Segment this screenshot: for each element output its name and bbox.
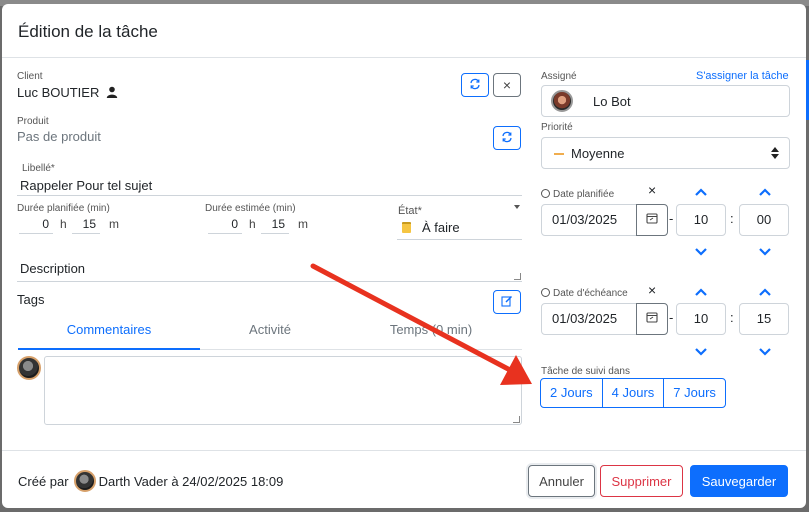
task-edit-modal: Édition de la tâche Client Luc BOUTIER ×…: [2, 4, 806, 508]
etat-label: État*: [398, 205, 422, 217]
suivi-2-jours-button[interactable]: 2 Jours: [540, 378, 603, 408]
clear-client-button[interactable]: ×: [493, 73, 521, 97]
date-echeance-minute[interactable]: 15: [739, 303, 789, 335]
date-planifiee-input[interactable]: 01/03/2025: [541, 204, 637, 236]
modal-header: Édition de la tâche: [2, 4, 806, 58]
current-user-avatar: [17, 356, 41, 380]
duree-estimee-minutes[interactable]: 15: [261, 216, 289, 234]
produit-label: Produit: [17, 116, 49, 127]
tags-label: Tags: [17, 292, 45, 307]
priority-dash-icon: [554, 153, 564, 155]
duree-planifiee-label: Durée planifiée (min): [17, 203, 110, 214]
time-separator: :: [730, 310, 734, 325]
date-echeance-input[interactable]: 01/03/2025: [541, 303, 637, 335]
assigne-label: Assigné: [541, 71, 577, 82]
clock-icon: [541, 288, 550, 297]
assignee-avatar: [551, 90, 573, 112]
comment-textarea[interactable]: [44, 356, 522, 425]
refresh-icon: [501, 131, 513, 146]
priorite-label: Priorité: [541, 122, 573, 133]
tab-activite[interactable]: Activité: [200, 318, 340, 350]
chevron-down-icon[interactable]: [758, 344, 772, 356]
etat-value: À faire: [422, 220, 460, 235]
edit-tags-button[interactable]: [493, 290, 521, 314]
libelle-label: Libellé*: [22, 163, 55, 174]
created-info: Créé par Darth Vader à 24/02/2025 18:09: [18, 470, 283, 492]
hours-unit: h: [60, 217, 67, 231]
resize-handle-icon: [514, 273, 521, 280]
chevron-down-icon[interactable]: [758, 244, 772, 256]
description-label: Description: [20, 261, 86, 276]
creator-avatar: [73, 470, 96, 492]
chevron-up-icon[interactable]: [694, 184, 708, 196]
assigne-value: Lo Bot: [593, 94, 631, 109]
chevron-up-icon[interactable]: [758, 284, 772, 296]
minutes-unit: m: [109, 217, 119, 231]
libelle-field[interactable]: Libellé* Rappeler Pour tel sujet: [17, 160, 522, 196]
hours-unit: h: [249, 217, 256, 231]
client-value[interactable]: Luc BOUTIER: [17, 85, 118, 101]
clear-date-echeance-button[interactable]: ×: [648, 282, 656, 298]
duree-estimee-hours[interactable]: 0: [208, 216, 242, 234]
refresh-produit-button[interactable]: [493, 126, 521, 150]
tab-commentaires[interactable]: Commentaires: [18, 318, 200, 350]
date-planifiee-hour[interactable]: 10: [676, 204, 726, 236]
self-assign-link[interactable]: S'assigner la tâche: [696, 70, 789, 82]
chevron-up-icon[interactable]: [758, 184, 772, 196]
refresh-client-button[interactable]: [461, 73, 489, 97]
calendar-planifiee-button[interactable]: [636, 204, 668, 236]
edit-icon: [501, 295, 513, 310]
client-name: Luc BOUTIER: [17, 85, 100, 100]
resize-handle-icon: [513, 416, 520, 423]
dash-separator: -: [669, 211, 674, 226]
chevron-down-icon[interactable]: [694, 344, 708, 356]
suivi-button-group: 2 Jours 4 Jours 7 Jours: [540, 378, 726, 408]
calendar-icon: [646, 211, 658, 229]
clock-icon: [541, 189, 550, 198]
tab-temps[interactable]: Temps (0 min): [340, 318, 522, 350]
minutes-unit: m: [298, 217, 308, 231]
created-prefix: Créé par: [18, 473, 69, 489]
close-icon: ×: [502, 77, 512, 93]
date-echeance-hour[interactable]: 10: [676, 303, 726, 335]
suivi-7-jours-button[interactable]: 7 Jours: [663, 378, 726, 408]
dash-separator: -: [669, 310, 674, 325]
calendar-echeance-button[interactable]: [636, 303, 668, 335]
etat-select[interactable]: État* À faire: [397, 202, 522, 240]
time-separator: :: [730, 211, 734, 226]
delete-button[interactable]: Supprimer: [600, 465, 683, 497]
chevron-down-icon[interactable]: [694, 244, 708, 256]
duree-estimee-label: Durée estimée (min): [205, 203, 296, 214]
priorite-value: Moyenne: [571, 146, 625, 161]
suivi-label: Tâche de suivi dans: [541, 366, 630, 377]
cancel-button[interactable]: Annuler: [528, 465, 595, 497]
refresh-icon: [469, 78, 481, 93]
date-planifiee-label: Date planifiée: [541, 189, 614, 200]
description-field[interactable]: Description: [17, 256, 522, 282]
person-icon: [106, 86, 118, 101]
date-planifiee-minute[interactable]: 00: [739, 204, 789, 236]
modal-title: Édition de la tâche: [18, 22, 158, 41]
modal-footer: Créé par Darth Vader à 24/02/2025 18:09 …: [2, 450, 806, 508]
date-echeance-label: Date d'échéance: [541, 288, 628, 299]
duree-planifiee-minutes[interactable]: 15: [72, 216, 100, 234]
sort-icon: [771, 147, 779, 159]
clipboard-icon: [402, 222, 411, 233]
produit-value[interactable]: Pas de produit: [17, 129, 101, 144]
calendar-icon: [646, 310, 658, 328]
chevron-up-icon[interactable]: [694, 284, 708, 296]
chevron-down-icon: [514, 205, 520, 209]
clear-date-planifiee-button[interactable]: ×: [648, 182, 656, 198]
created-by: Darth Vader à 24/02/2025 18:09: [98, 473, 284, 489]
duree-planifiee-hours[interactable]: 0: [19, 216, 53, 234]
tabs-bar: Commentaires Activité Temps (0 min): [18, 318, 522, 350]
assigne-select[interactable]: Lo Bot: [541, 85, 790, 117]
priorite-select[interactable]: Moyenne: [541, 137, 790, 169]
save-button[interactable]: Sauvegarder: [690, 465, 788, 497]
suivi-4-jours-button[interactable]: 4 Jours: [601, 378, 665, 408]
libelle-value: Rappeler Pour tel sujet: [20, 178, 153, 193]
client-label: Client: [17, 71, 43, 82]
